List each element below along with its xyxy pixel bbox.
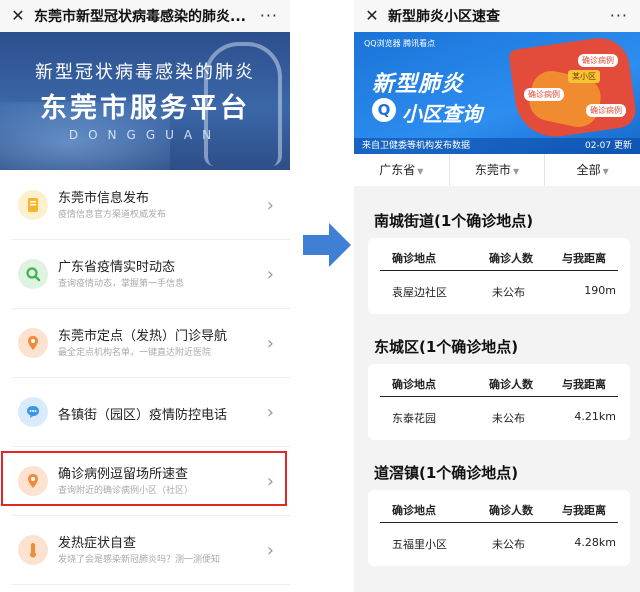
section-title: 东城区(1个确诊地点) — [374, 338, 519, 356]
menu-item-info-release[interactable]: 东莞市信息发布 疫情信息官方渠道权威发布 › — [12, 171, 290, 240]
map-tag: 某小区 — [568, 70, 600, 83]
menu-item-desc: 发烧了会是感染新冠肺炎吗？测一测便知 — [58, 555, 221, 565]
col-place-header: 确诊地点 — [392, 378, 436, 391]
col-count-header: 确诊人数 — [489, 504, 533, 517]
menu-item-realtime-dynamics[interactable]: 广东省疫情实时动态 查询疫情动态，掌握第一手信息 › — [12, 240, 290, 309]
chevron-right-icon: › — [266, 540, 274, 561]
search-icon: Q — [372, 98, 396, 122]
table-header: 确诊地点 确诊人数 与我距离 — [380, 498, 618, 523]
count-cell: 未公布 — [492, 538, 525, 551]
city-filter[interactable]: 东莞市 ▼ — [450, 154, 546, 186]
chat-icon — [18, 397, 48, 427]
col-count-header: 确诊人数 — [489, 378, 533, 391]
table-header: 确诊地点 确诊人数 与我距离 — [380, 372, 618, 397]
left-banner: 新型冠状病毒感染的肺炎 东莞市服务平台 DONGGUAN — [0, 32, 290, 170]
caret-down-icon: ▼ — [512, 167, 520, 176]
case-card[interactable]: 确诊地点 确诊人数 与我距离 袁屋边社区 未公布 190m — [368, 238, 630, 314]
col-distance-header: 与我距离 — [562, 504, 606, 517]
chevron-right-icon: › — [266, 402, 274, 423]
left-page-title: 东莞市新型冠状病毒感染的肺炎... — [34, 9, 246, 25]
distance-cell: 4.21km — [574, 410, 616, 423]
arrow-right-icon — [303, 223, 351, 267]
col-distance-header: 与我距离 — [562, 378, 606, 391]
close-icon[interactable]: ✕ — [10, 8, 26, 24]
chevron-right-icon: › — [266, 195, 274, 216]
chevron-right-icon: › — [266, 333, 274, 354]
case-card[interactable]: 确诊地点 确诊人数 与我距离 五福里小区 未公布 4.28km — [368, 490, 630, 566]
menu-item-label: 东莞市定点（发热）门诊导航 — [58, 329, 228, 344]
caret-down-icon: ▼ — [602, 167, 609, 176]
menu-item-label: 发热症状自查 — [58, 536, 137, 551]
banner-subtitle: 新型冠状病毒感染的肺炎 — [35, 62, 255, 83]
menu-item-desc: 查询疫情动态，掌握第一手信息 — [58, 279, 185, 289]
close-icon[interactable]: ✕ — [364, 8, 380, 24]
banner-city-en: DONGGUAN — [68, 128, 222, 142]
more-options-icon[interactable]: ··· — [260, 6, 278, 25]
distance-cell: 190m — [584, 284, 616, 297]
place-cell: 袁屋边社区 — [392, 286, 447, 299]
map-tag: 确诊病例 — [524, 88, 564, 101]
col-distance-header: 与我距离 — [562, 252, 606, 265]
place-cell: 五福里小区 — [392, 538, 447, 551]
place-cell: 东泰花园 — [392, 412, 436, 425]
section-title: 南城街道(1个确诊地点) — [374, 212, 534, 230]
province-filter[interactable]: 广东省 ▼ — [354, 154, 450, 186]
region-filters: 广东省 ▼ 东莞市 ▼ 全部 ▼ — [354, 154, 640, 186]
search-icon — [18, 259, 48, 289]
menu-item-clinic-navigation[interactable]: 东莞市定点（发热）门诊导航 最全定点机构名单，一键直达附近医院 › — [12, 309, 290, 378]
data-source: 来自卫健委等机构发布数据 — [362, 141, 471, 151]
distance-cell: 4.28km — [574, 536, 616, 549]
banner-headline: 新型肺炎 — [372, 72, 465, 97]
count-cell: 未公布 — [492, 286, 525, 299]
document-icon — [18, 190, 48, 220]
caret-down-icon: ▼ — [417, 167, 424, 176]
col-place-header: 确诊地点 — [392, 504, 436, 517]
chevron-right-icon: › — [266, 264, 274, 285]
menu-item-desc: 疫情信息官方渠道权威发布 — [58, 210, 167, 220]
right-top-bar: ✕ 新型肺炎小区速查 ··· — [354, 0, 640, 32]
left-top-bar: ✕ 东莞市新型冠状病毒感染的肺炎... ··· — [0, 0, 290, 32]
col-count-header: 确诊人数 — [489, 252, 533, 265]
thermometer-icon — [18, 535, 48, 565]
partner-logos: QQ浏览器 腾讯看点 — [364, 39, 436, 48]
menu-item-hotline[interactable]: 各镇街（园区）疫情防控电话 › — [12, 378, 290, 447]
banner-subheadline: 小区查询 — [402, 102, 482, 126]
menu-item-fever-self-check[interactable]: 发热症状自查 发烧了会是感染新冠肺炎吗？测一测便知 › — [12, 516, 290, 585]
right-banner: 确诊病例 某小区 确诊病例 确诊病例 QQ浏览器 腾讯看点 新型肺炎 Q 小区查… — [354, 32, 640, 154]
col-place-header: 确诊地点 — [392, 252, 436, 265]
menu-item-label: 各镇街（园区）疫情防控电话 — [58, 408, 228, 423]
district-filter[interactable]: 全部 ▼ — [545, 154, 640, 186]
banner-title: 东莞市服务平台 — [40, 93, 250, 124]
menu-item-label: 东莞市信息发布 — [58, 191, 150, 206]
more-options-icon[interactable]: ··· — [610, 6, 628, 25]
service-menu: 东莞市信息发布 疫情信息官方渠道权威发布 › 广东省疫情实时动态 查询疫情动态，… — [0, 171, 290, 585]
menu-item-desc: 最全定点机构名单，一键直达附近医院 — [58, 348, 212, 358]
highlight-box — [1, 451, 287, 506]
update-date: 02-07 更新 — [584, 141, 632, 151]
map-tag: 确诊病例 — [578, 54, 618, 67]
count-cell: 未公布 — [492, 412, 525, 425]
section-title: 道滘镇(1个确诊地点) — [374, 464, 519, 482]
right-phone-screen: ✕ 新型肺炎小区速查 ··· 确诊病例 某小区 确诊病例 确诊病例 QQ浏览器 … — [354, 0, 640, 592]
menu-item-label: 广东省疫情实时动态 — [58, 260, 176, 275]
case-card[interactable]: 确诊地点 确诊人数 与我距离 东泰花园 未公布 4.21km — [368, 364, 630, 440]
location-pin-icon — [18, 328, 48, 358]
table-header: 确诊地点 确诊人数 与我距离 — [380, 246, 618, 271]
map-tag: 确诊病例 — [586, 104, 626, 117]
right-page-title: 新型肺炎小区速查 — [388, 9, 500, 25]
